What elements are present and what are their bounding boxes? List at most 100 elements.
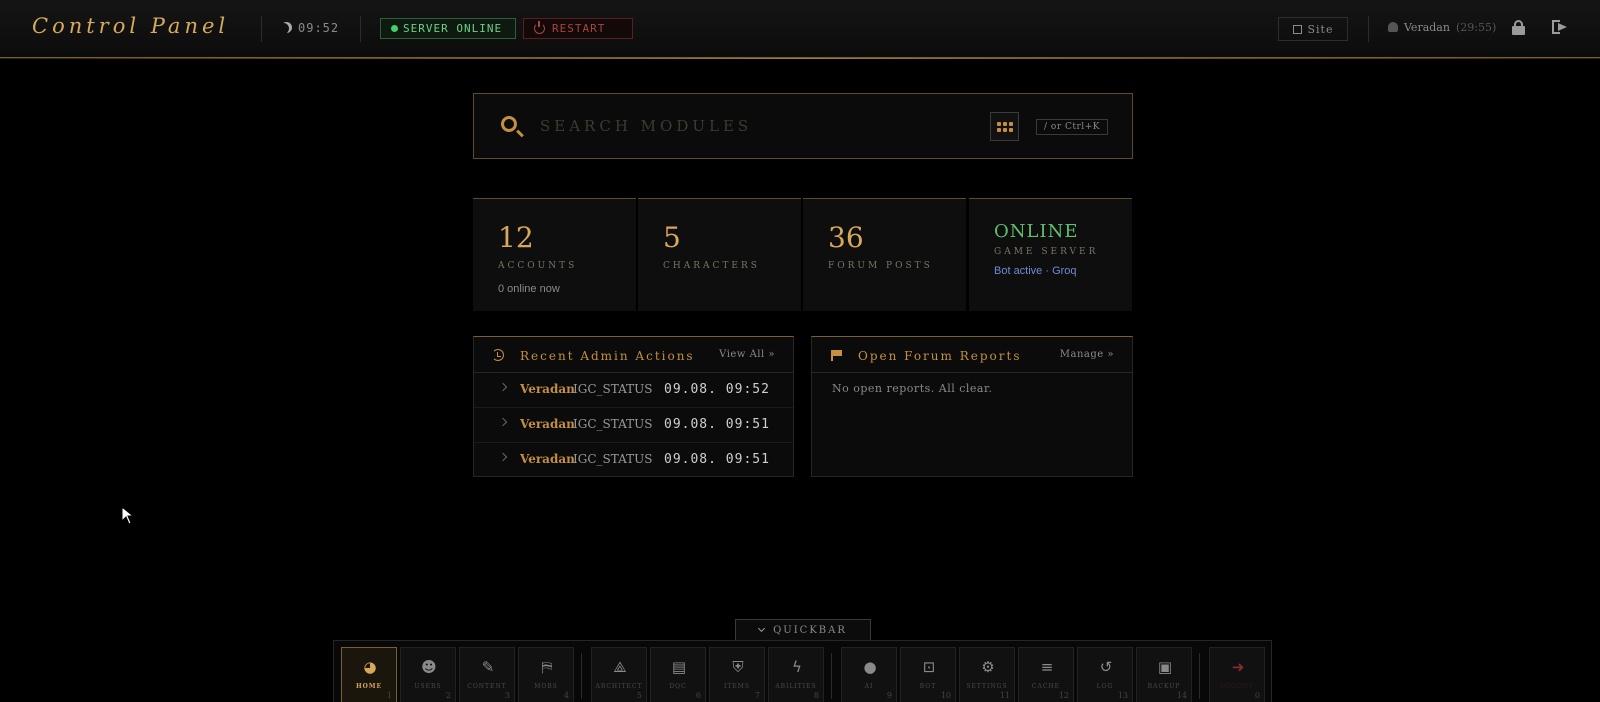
quickbar-item-bot[interactable]: ⊡ BOT 10: [900, 647, 956, 702]
stat-label: GAME SERVER: [994, 247, 1099, 257]
quickbar-item-hotkey: 3: [504, 691, 510, 700]
quickbar-item-log[interactable]: ↺ LOG 13: [1077, 647, 1133, 702]
action-row[interactable]: Veradan IGC_STATUS 09.08. 09:52: [474, 373, 793, 408]
action-user: Veradan: [520, 452, 575, 466]
shield-icon: ⛨: [732, 657, 744, 676]
quickbar-item-hotkey: 7: [754, 691, 760, 700]
quickbar-item-hotkey: 9: [886, 691, 892, 700]
chevron-right-icon: [498, 452, 508, 462]
quickbar-item-label: LOG: [1096, 683, 1114, 690]
clock: 09:52: [281, 21, 339, 35]
quickbar-item-hotkey: 12: [1058, 691, 1069, 700]
chevron-down-icon: [758, 624, 766, 633]
quickbar-item-hotkey: 11: [999, 691, 1010, 700]
quickbar-item-abilities[interactable]: ϟ ABILITIES 8: [768, 647, 824, 702]
action-type: IGC_STATUS: [573, 417, 653, 431]
action-time: 09.08. 09:51: [664, 452, 770, 467]
mouse-cursor-icon: [121, 505, 135, 529]
action-time: 09.08. 09:51: [664, 417, 770, 432]
open-forum-reports-panel: Open Forum Reports Manage » No open repo…: [811, 336, 1133, 477]
quickbar-toggle[interactable]: QUICKBAR: [735, 619, 871, 640]
bot-status: Bot active · Groq: [994, 265, 1077, 277]
quickbar-item-hotkey: 1: [386, 691, 392, 700]
stat-value: 5: [663, 221, 681, 254]
divider: [261, 16, 262, 42]
server-status-value: ONLINE: [994, 221, 1079, 242]
quickbar-item-content[interactable]: ✎ CONTENT 3: [459, 647, 515, 702]
quickbar-item-label: HOME: [355, 683, 383, 690]
quickbar-item-label: ABILITIES: [775, 683, 817, 690]
quickbar: ◕ HOME 1 ☻ USERS 2 ✎ CONTENT 3 ⛿ MOBS 4 …: [333, 640, 1272, 702]
quickbar-item-backup[interactable]: ▣ BACKUP 14: [1136, 647, 1192, 702]
stat-label: FORUM POSTS: [828, 261, 933, 271]
quickbar-item-hotkey: 4: [563, 691, 569, 700]
compass-icon: ⟁: [613, 657, 627, 676]
quickbar-item-home[interactable]: ◕ HOME 1: [341, 647, 397, 702]
search-input[interactable]: [540, 112, 940, 140]
stat-value: 12: [498, 221, 534, 254]
quickbar-item-dqc[interactable]: ▤ DQC 6: [650, 647, 706, 702]
panel-header: Recent Admin Actions View All »: [474, 337, 793, 373]
gauge-icon: ◕: [363, 657, 377, 676]
bulb-icon: ●: [863, 657, 877, 676]
session-timer: (29:55): [1455, 21, 1497, 34]
stat-card-game-server: ONLINE GAME SERVER Bot active · Groq: [969, 198, 1132, 311]
stat-label: CHARACTERS: [663, 261, 760, 271]
robot-icon: ⊡: [922, 657, 936, 676]
panel-header: Open Forum Reports Manage »: [812, 337, 1132, 373]
logout-icon[interactable]: [1552, 20, 1568, 34]
quickbar-item-hotkey: 14: [1176, 691, 1187, 700]
quickbar-item-items[interactable]: ⛨ ITEMS 7: [709, 647, 765, 702]
quickbar-item-label: USERS: [414, 683, 442, 690]
action-row[interactable]: Veradan IGC_STATUS 09.08. 09:51: [474, 408, 793, 443]
user-info[interactable]: Veradan (29:55): [1388, 21, 1496, 34]
quickbar-item-users[interactable]: ☻ USERS 2: [400, 647, 456, 702]
view-all-link[interactable]: View All »: [719, 349, 775, 360]
quickbar-item-label: AI: [864, 683, 874, 690]
quickbar-item-label: SETTINGS: [966, 683, 1008, 690]
quickbar-item-label: LOGOUT: [1220, 683, 1254, 690]
clock-time: 09:52: [298, 21, 340, 35]
history-icon: [492, 349, 504, 361]
stat-value: 36: [828, 221, 864, 254]
stat-card-forum-posts: 36 FORUM POSTS: [803, 198, 966, 311]
quickbar-item-label: ITEMS: [723, 683, 750, 690]
status-dot-icon: [391, 25, 398, 32]
divider: [581, 653, 582, 699]
module-grid-button[interactable]: [990, 112, 1019, 141]
search-icon: [501, 116, 517, 132]
panel-title: Recent Admin Actions: [520, 349, 695, 363]
lock-icon[interactable]: [1512, 20, 1525, 35]
quickbar-item-ai[interactable]: ● AI 9: [841, 647, 897, 702]
logout-icon: ➜: [1231, 657, 1245, 676]
stat-sub: 0 online now: [498, 283, 560, 295]
site-button[interactable]: Site: [1278, 17, 1348, 41]
divider: [360, 16, 361, 42]
external-link-icon: [1292, 24, 1302, 34]
restart-button[interactable]: RESTART: [523, 18, 633, 39]
quickbar-item-label: CONTENT: [467, 683, 507, 690]
quickbar-item-settings[interactable]: ⚙ SETTINGS 11: [959, 647, 1015, 702]
action-user: Veradan: [520, 417, 575, 431]
quickbar-item-label: CACHE: [1031, 683, 1061, 690]
action-time: 09.08. 09:52: [664, 382, 770, 397]
stat-card-characters: 5 CHARACTERS: [638, 198, 801, 311]
chevron-right-icon: [498, 417, 508, 427]
edit-icon: ✎: [481, 657, 495, 676]
archive-icon: ▣: [1157, 657, 1173, 676]
gear-icon: ⚙: [981, 657, 995, 676]
quickbar-item-label: MOBS: [534, 683, 558, 690]
quickbar-item-architect[interactable]: ⟁ ARCHITECT 5: [591, 647, 647, 702]
quickbar-item-label: BOT: [919, 683, 937, 690]
quickbar-item-hotkey: 6: [695, 691, 701, 700]
action-row[interactable]: Veradan IGC_STATUS 09.08. 09:51: [474, 443, 793, 478]
quickbar-label: QUICKBAR: [773, 624, 847, 636]
quickbar-item-cache[interactable]: ≡ CACHE 12: [1018, 647, 1074, 702]
quickbar-item-mobs[interactable]: ⛿ MOBS 4: [518, 647, 574, 702]
quickbar-item-logout[interactable]: ➜ LOGOUT 0: [1209, 647, 1265, 702]
user-icon: [1388, 22, 1398, 32]
panel-title: Open Forum Reports: [858, 349, 1022, 363]
manage-link[interactable]: Manage »: [1060, 349, 1114, 360]
quickbar-item-hotkey: 13: [1117, 691, 1128, 700]
quickbar-item-hotkey: 8: [813, 691, 819, 700]
